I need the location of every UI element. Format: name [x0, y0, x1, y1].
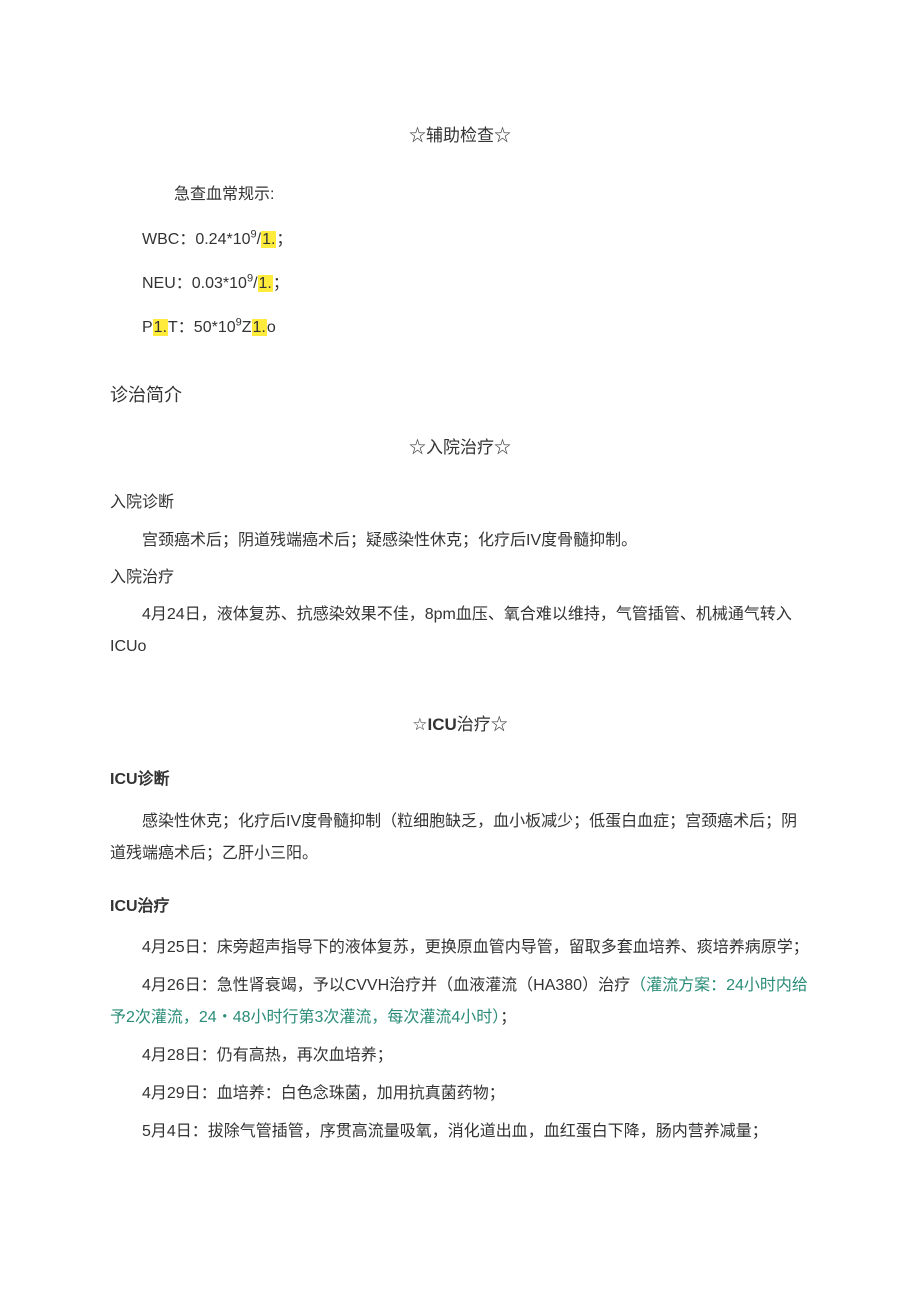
aux-exam-intro: 急查血常规示:: [142, 176, 810, 214]
icu-day-3: 4月28日：仍有高热，再次血培养；: [110, 1040, 810, 1072]
icu-title-pre: ☆: [412, 715, 427, 734]
icu-day-5: 5月4日：拔除气管插管，序贯高流量吸氧，消化道出血，血红蛋白下降，肠内营养减量；: [110, 1116, 810, 1148]
icu-day-2-post: ；: [500, 1009, 516, 1026]
admission-treat-heading: 入院治疗: [110, 563, 810, 593]
diag-brief-heading: 诊治简介: [110, 378, 810, 412]
lab-plt-mid: T：50*10: [168, 319, 236, 336]
lab-wbc: WBC：0.24*109/1.；: [142, 221, 810, 259]
icu-day-4: 4月29日：血培养：白色念珠菌，加用抗真菌药物；: [110, 1078, 810, 1110]
icu-diag-text: 感染性休克；化疗后IV度骨髓抑制（粒细胞缺乏，血小板减少；低蛋白血症；宫颈癌术后…: [110, 806, 810, 870]
lab-plt: P1.T：50*109Z1.o: [142, 309, 810, 347]
lab-plt-hl2: 1.: [252, 319, 267, 336]
aux-exam-title: ☆辅助检查☆: [110, 120, 810, 152]
admission-diag-heading: 入院诊断: [110, 488, 810, 518]
icu-day-1: 4月25日：床旁超声指导下的液体复苏，更换原血管内导管，留取多套血培养、痰培养病…: [110, 932, 810, 964]
lab-neu-tail: ；: [273, 275, 289, 292]
icu-title-post: 治疗☆: [457, 715, 508, 734]
lab-neu: NEU：0.03*109/1.；: [142, 265, 810, 303]
icu-diag-heading: ICU诊断: [110, 765, 810, 795]
lab-wbc-hl: 1.: [261, 231, 276, 248]
lab-wbc-label: WBC：0.24*10: [142, 231, 251, 248]
lab-plt-z: Z: [242, 319, 252, 336]
icu-day-2: 4月26日：急性肾衰竭，予以CVVH治疗并（血液灌流（HA380）治疗（灌流方案…: [110, 970, 810, 1034]
lab-neu-slash: /: [253, 275, 257, 292]
lab-plt-hl1: 1.: [153, 319, 168, 336]
admission-diag-text: 宫颈癌术后；阴道残端癌术后；疑感染性休克；化疗后IV度骨髓抑制。: [110, 525, 810, 557]
admission-title: ☆入院治疗☆: [110, 432, 810, 464]
lab-neu-hl: 1.: [258, 275, 273, 292]
icu-title: ☆ICU治疗☆: [110, 709, 810, 741]
admission-treat-text: 4月24日，液体复苏、抗感染效果不佳，8pm血压、氧合难以维持，气管插管、机械通…: [110, 599, 810, 663]
lab-plt-tail: o: [267, 319, 276, 336]
icu-day-2-pre: 4月26日：急性肾衰竭，予以CVVH治疗并（血液灌流（HA380）治疗: [142, 977, 630, 994]
lab-neu-label: NEU：0.03*10: [142, 275, 247, 292]
icu-title-bold: ICU: [427, 715, 456, 734]
icu-treat-heading: ICU治疗: [110, 892, 810, 922]
lab-plt-pre: P: [142, 319, 153, 336]
lab-wbc-tail: ；: [276, 231, 292, 248]
